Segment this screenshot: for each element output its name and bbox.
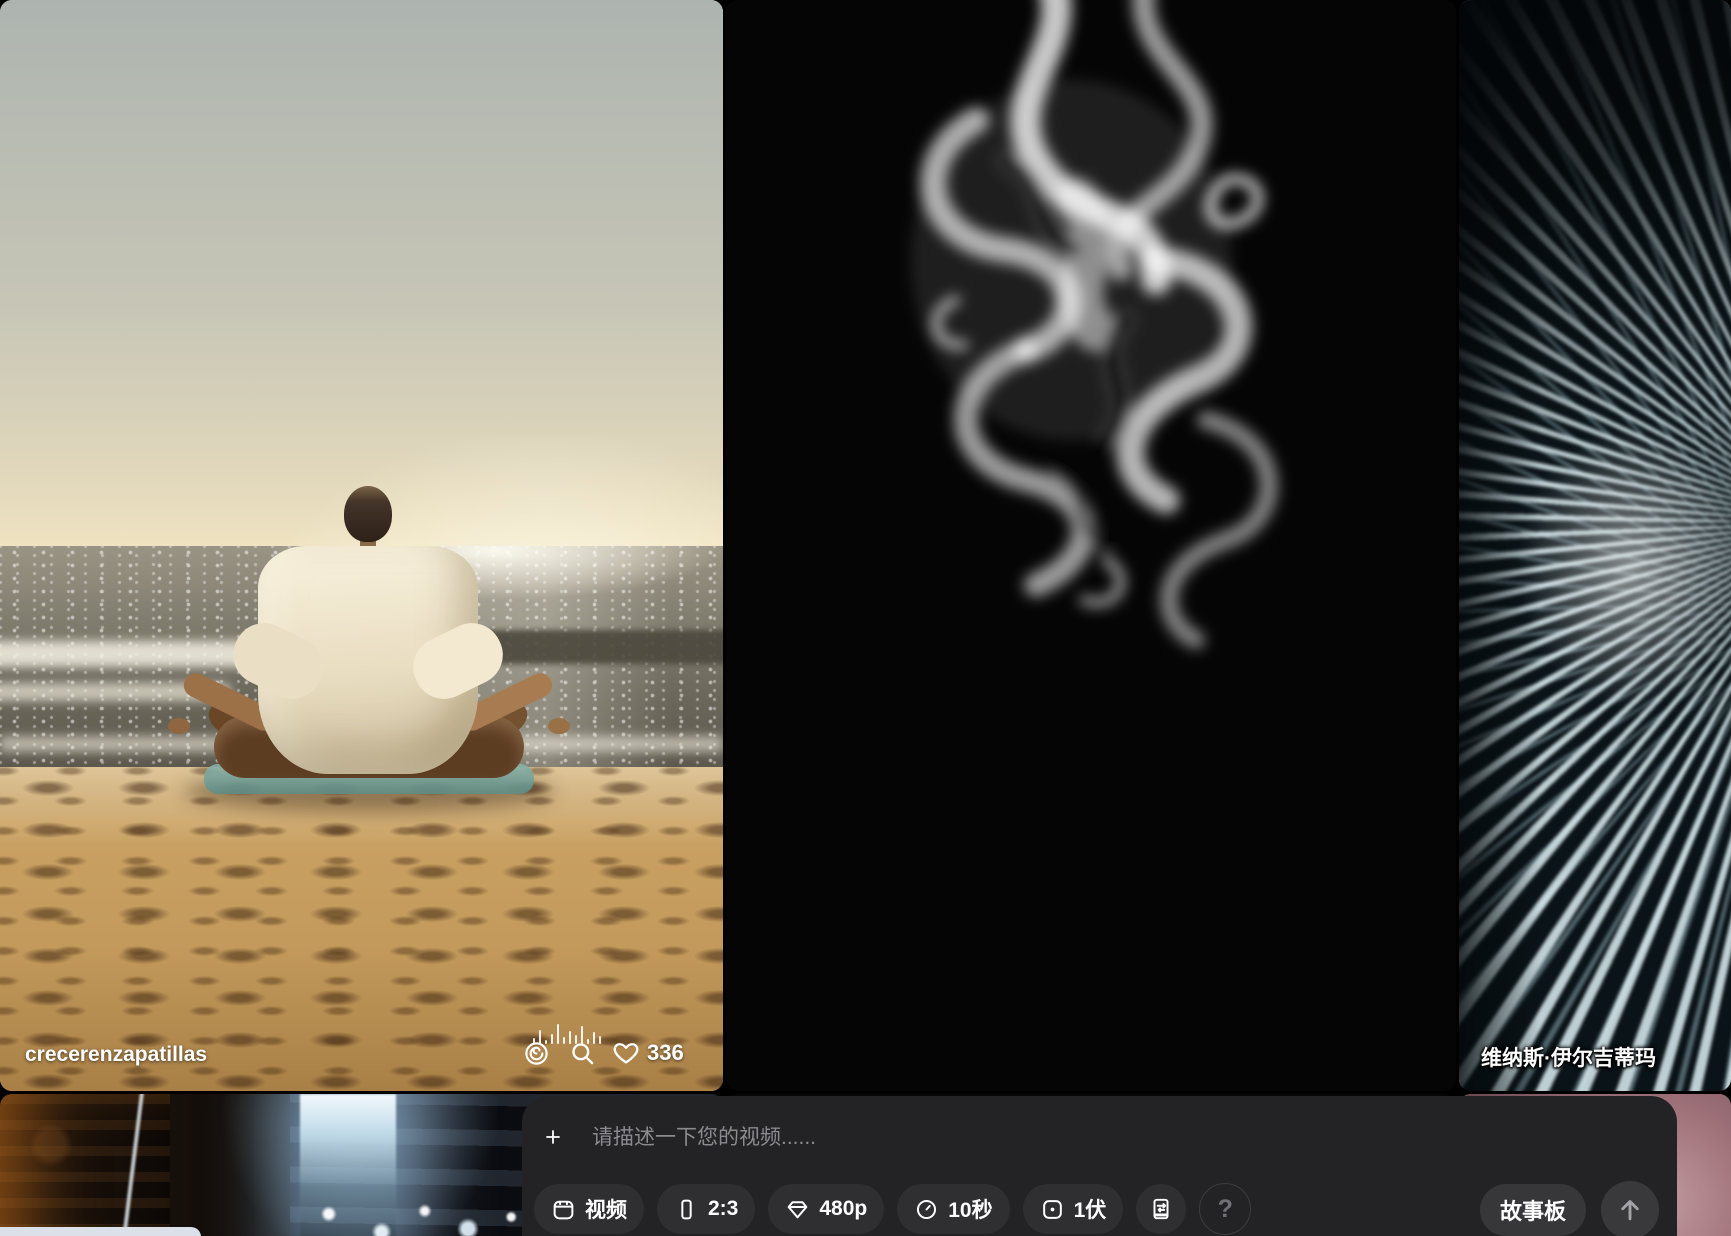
- dot-square-icon: [1040, 1197, 1065, 1222]
- video-action-bar: 336: [520, 1036, 684, 1070]
- pill-label: 视频: [585, 1194, 627, 1224]
- aspect-ratio-button[interactable]: 2:3: [657, 1184, 755, 1234]
- help-label: ?: [1218, 1195, 1233, 1224]
- storyboard-button[interactable]: 故事板: [1480, 1184, 1586, 1236]
- duration-button[interactable]: 10秒: [897, 1184, 1009, 1234]
- video-icon: [551, 1197, 576, 1222]
- remix-button[interactable]: [520, 1036, 552, 1070]
- pill-label: 480p: [819, 1197, 867, 1221]
- video-gallery-screen: crecerenzapatillas 336 维纳斯·伊尔吉蒂玛: [0, 0, 1731, 1236]
- like-control[interactable]: 336: [612, 1039, 684, 1067]
- pill-label: 2:3: [708, 1197, 738, 1221]
- video-thumbnail-light-tunnel[interactable]: [1459, 0, 1731, 1091]
- smoke-plume: [726, 0, 1456, 1091]
- pill-label: 1伏: [1074, 1194, 1107, 1224]
- gem-icon: [785, 1197, 810, 1222]
- prompt-composer-panel: 请描述一下您的视频...... 视频 2:3 480p: [522, 1096, 1677, 1236]
- composer-submit-group: 故事板: [1480, 1181, 1659, 1236]
- pill-label: 10秒: [948, 1194, 992, 1224]
- partial-toast: [0, 1227, 201, 1236]
- head: [344, 486, 392, 542]
- journal-arrows-icon: [1148, 1196, 1174, 1222]
- video-author-label[interactable]: crecerenzapatillas: [25, 1043, 207, 1067]
- add-attachment-button[interactable]: [538, 1122, 568, 1152]
- submit-button[interactable]: [1601, 1181, 1659, 1236]
- credit-button[interactable]: 1伏: [1023, 1184, 1124, 1234]
- prompt-input[interactable]: 请描述一下您的视频......: [592, 1126, 1492, 1150]
- clock-icon: [914, 1197, 939, 1222]
- media-type-button[interactable]: 视频: [534, 1184, 644, 1234]
- plus-icon: [544, 1125, 562, 1149]
- heart-icon: [612, 1039, 640, 1067]
- right-hand: [548, 718, 570, 734]
- search-icon: [569, 1040, 596, 1067]
- help-button[interactable]: ?: [1199, 1183, 1251, 1235]
- spiral-icon: [523, 1040, 550, 1067]
- video-thumbnail-beach-meditation[interactable]: [0, 0, 723, 1091]
- arrow-up-icon: [1615, 1195, 1645, 1225]
- tunnel-shadow: [1459, 0, 1731, 1091]
- advanced-settings-button[interactable]: [1136, 1184, 1186, 1234]
- light-sparks: [300, 1190, 540, 1236]
- left-hand: [168, 718, 190, 734]
- search-button[interactable]: [566, 1036, 598, 1070]
- phone-icon: [674, 1197, 699, 1222]
- resolution-button[interactable]: 480p: [768, 1184, 884, 1234]
- video-caption: 维纳斯·伊尔吉蒂玛: [1481, 1042, 1656, 1072]
- meditating-person: [0, 0, 723, 1091]
- totem-engravings: [0, 1094, 170, 1236]
- composer-settings-row: 视频 2:3 480p 10秒: [534, 1183, 1251, 1235]
- like-count: 336: [647, 1040, 684, 1066]
- carved-totem: [0, 1094, 170, 1236]
- video-thumbnail-smoke[interactable]: [726, 0, 1456, 1091]
